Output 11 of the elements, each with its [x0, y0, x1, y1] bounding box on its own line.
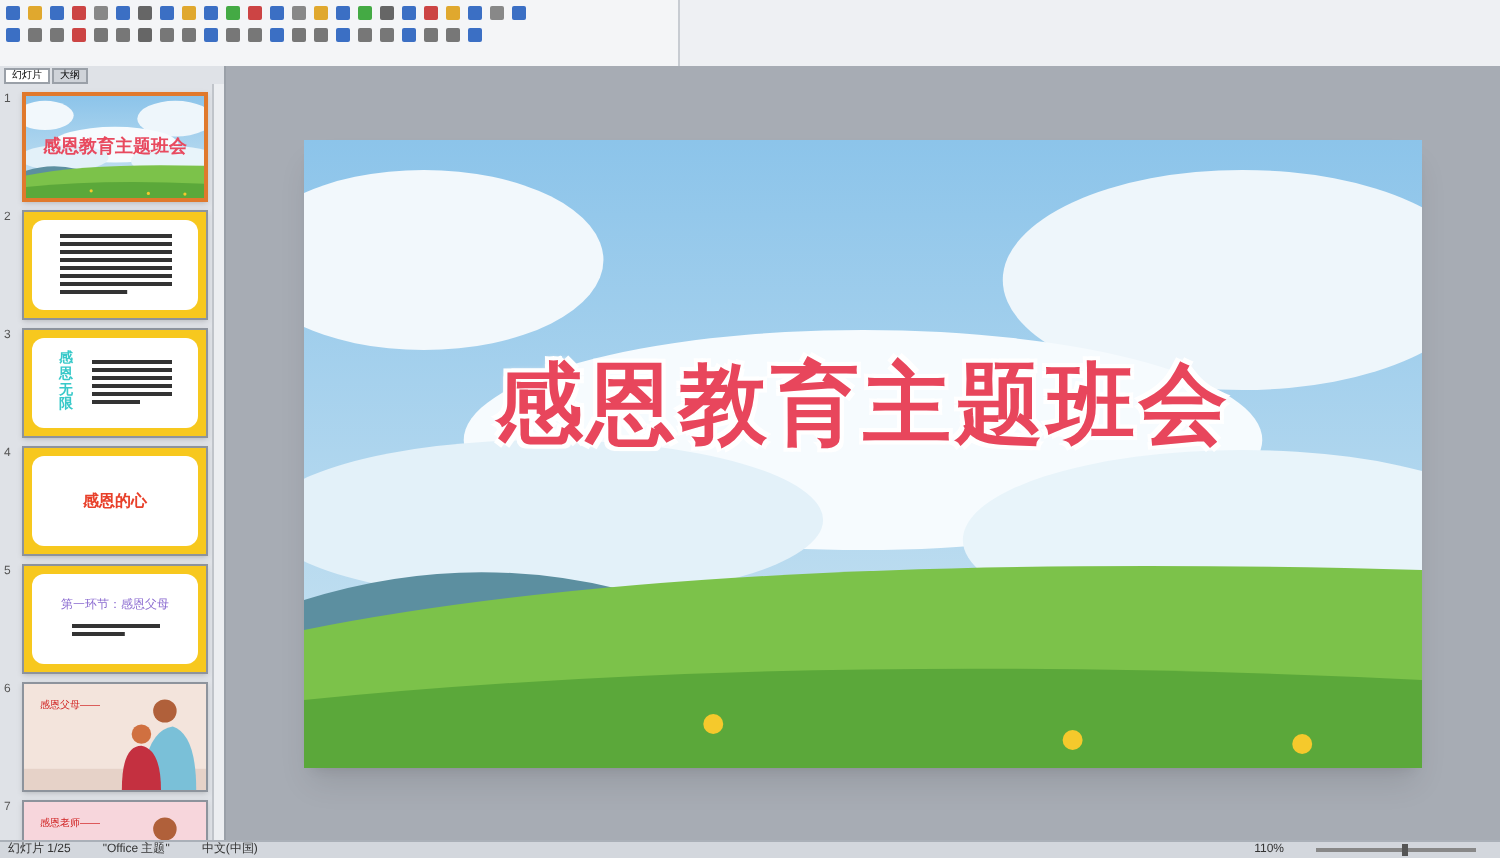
slide-title: 感恩教育主题班会	[495, 353, 1231, 457]
slide-thumbnail[interactable]: 感恩教育主题班会	[22, 92, 208, 202]
slide-thumbnail[interactable]: 感恩的心	[22, 446, 208, 556]
text-lines-drawing	[91, 359, 171, 407]
thumbnail-title: 感恩教育主题班会	[43, 133, 187, 160]
text-lines-drawing	[59, 233, 171, 297]
text-lines-drawing	[71, 624, 159, 640]
thumbnail-title: 感恩的心	[83, 489, 147, 513]
zoom-slider-thumb[interactable]	[1402, 844, 1408, 856]
slide-thumbnail[interactable]	[22, 210, 208, 320]
scrollbar[interactable]	[212, 84, 224, 840]
